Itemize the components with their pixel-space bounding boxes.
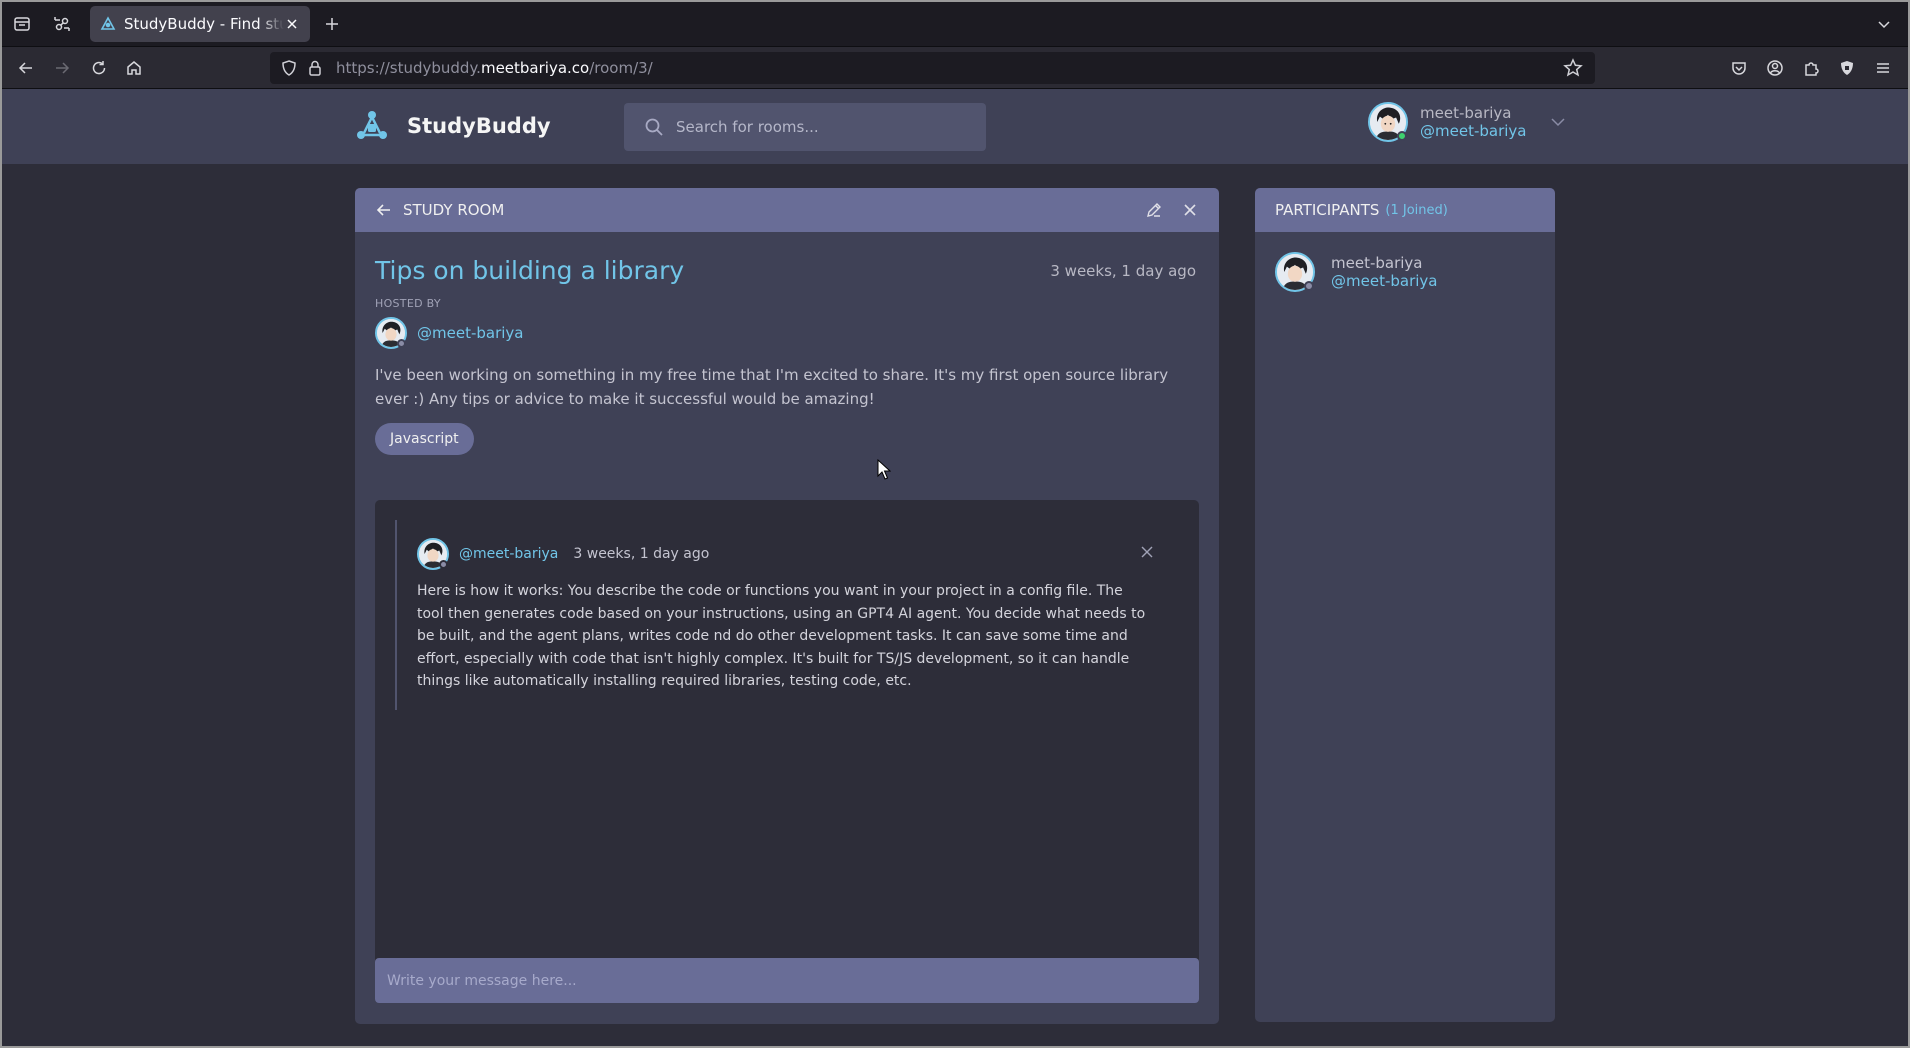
participant-item[interactable]: meet-bariya @meet-bariya [1255, 232, 1555, 312]
ublock-shield-icon[interactable] [1831, 52, 1863, 84]
forward-icon[interactable] [46, 52, 78, 84]
app-menu-icon[interactable] [1867, 52, 1899, 84]
host-row[interactable]: @meet-bariya [375, 317, 1199, 349]
reload-icon[interactable] [83, 52, 115, 84]
offline-status-dot [1304, 281, 1314, 291]
participant-avatar[interactable] [1275, 252, 1315, 292]
tracking-protection-shield-icon[interactable] [280, 59, 298, 77]
list-all-tabs-icon[interactable] [1868, 8, 1900, 40]
back-arrow-icon[interactable] [375, 201, 393, 219]
brand-name: StudyBuddy [407, 114, 551, 138]
avatar[interactable] [1368, 102, 1408, 142]
offline-status-dot [397, 339, 406, 348]
new-tab-icon[interactable] [316, 8, 348, 40]
brand-logo[interactable]: StudyBuddy [354, 108, 551, 144]
user-handle: @meet-bariya [1420, 122, 1527, 140]
user-name: meet-bariya [1420, 104, 1512, 122]
studybuddy-favicon-icon [100, 16, 116, 32]
room-description: I've been working on something in my fre… [375, 366, 1169, 408]
room-header: Study Room [355, 188, 1219, 232]
browser-nav-bar: https://studybuddy.meetbariya.co/room/3/ [0, 47, 1910, 89]
hosted-by-label: Hosted By [375, 297, 441, 310]
pocket-icon[interactable] [1723, 52, 1755, 84]
host-handle-link[interactable]: @meet-bariya [417, 324, 523, 342]
url-prefix: https://studybuddy. [336, 59, 481, 77]
message-input[interactable] [375, 958, 1199, 1003]
topic-tag[interactable]: Javascript [375, 423, 474, 455]
active-browser-tab[interactable]: StudyBuddy - Find study partners [90, 6, 310, 42]
participant-handle[interactable]: @meet-bariya [1331, 272, 1437, 290]
mouse-cursor-icon [877, 459, 891, 480]
message-time: 3 weeks, 1 day ago [573, 546, 710, 562]
firefox-view-icon[interactable] [6, 8, 38, 40]
account-icon[interactable] [1759, 52, 1791, 84]
participants-count: (1 Joined) [1385, 202, 1448, 218]
tab-title: StudyBuddy - Find study partners [124, 15, 284, 33]
study-room-panel: Study Room Tips on building a library 3 … [355, 188, 1219, 1024]
host-avatar[interactable] [375, 317, 407, 349]
message-body: Here is how it works: You describe the c… [417, 583, 1146, 689]
lock-icon[interactable] [306, 59, 324, 77]
offline-status-dot [439, 560, 448, 569]
participants-header: Participants (1 Joined) [1255, 188, 1555, 232]
participants-panel: Participants (1 Joined) meet-bariya @mee… [1255, 188, 1555, 1022]
room-created-time: 3 weeks, 1 day ago [1050, 262, 1196, 280]
search-input[interactable] [676, 118, 966, 136]
studybuddy-logo-icon [357, 111, 387, 139]
app-header: StudyBuddy meet-bariya @meet-bariya [2, 89, 1908, 164]
search-icon [645, 118, 663, 136]
home-icon[interactable] [118, 52, 150, 84]
message-author-avatar[interactable] [417, 538, 449, 570]
message-thread: @meet-bariya 3 weeks, 1 day ago Here is … [395, 520, 1185, 710]
participant-name: meet-bariya [1331, 254, 1423, 272]
extensions-icon[interactable] [1795, 52, 1827, 84]
url-host: meetbariya.co [480, 59, 590, 77]
url-path: /room/3/ [589, 59, 653, 77]
url-text[interactable]: https://studybuddy.meetbariya.co/room/3/ [336, 59, 653, 77]
back-icon[interactable] [10, 52, 42, 84]
delete-room-icon[interactable] [1181, 201, 1199, 219]
room-search[interactable] [624, 103, 986, 151]
edit-room-icon[interactable] [1145, 201, 1163, 219]
message-author-handle[interactable]: @meet-bariya [459, 546, 558, 562]
user-menu[interactable]: meet-bariya @meet-bariya [1368, 102, 1566, 142]
online-status-dot [1397, 131, 1407, 141]
conversation-area[interactable]: @meet-bariya 3 weeks, 1 day ago Here is … [375, 500, 1199, 1003]
address-bar[interactable]: https://studybuddy.meetbariya.co/room/3/ [270, 52, 1595, 84]
screenshot-icon[interactable] [46, 8, 78, 40]
delete-message-icon[interactable] [1139, 544, 1155, 560]
room-header-label: Study Room [403, 201, 505, 219]
participants-label: Participants [1275, 201, 1380, 219]
tab-close-icon[interactable] [284, 16, 300, 32]
chevron-down-icon[interactable] [1550, 114, 1566, 130]
browser-tab-bar: StudyBuddy - Find study partners [0, 0, 1910, 47]
bookmark-star-icon[interactable] [1563, 58, 1583, 78]
